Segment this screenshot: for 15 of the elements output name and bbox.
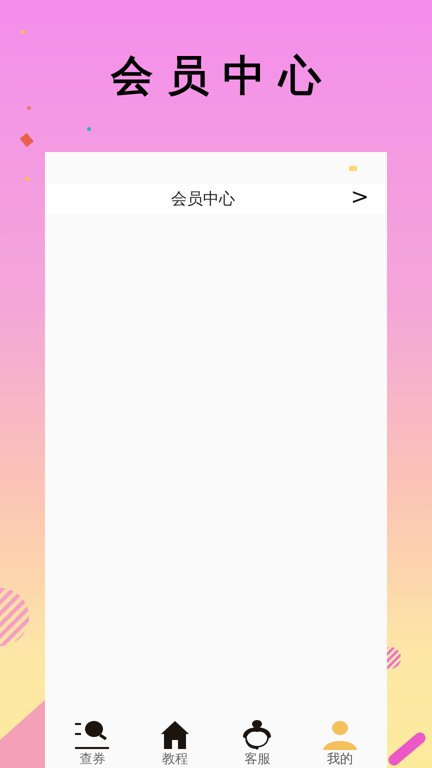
magnifier-icon <box>75 720 110 750</box>
confetti-dot <box>27 106 31 110</box>
person-icon <box>322 720 357 750</box>
page-title: 会员中心 <box>110 50 335 102</box>
tab[interactable]: 我的 <box>310 720 370 768</box>
row-label: 会员中心 <box>170 188 236 210</box>
tab[interactable]: 教程 <box>144 720 205 768</box>
chevron-icon: > <box>350 186 387 212</box>
tab[interactable]: 客服 <box>227 720 288 768</box>
member-center-row[interactable]: 会员中心 > <box>45 184 387 214</box>
tab[interactable]: 查券 <box>62 720 122 768</box>
confetti-dot <box>87 127 91 131</box>
confetti-dot <box>25 177 29 181</box>
confetti-dot <box>21 30 25 34</box>
diagonal-bar <box>388 732 426 766</box>
